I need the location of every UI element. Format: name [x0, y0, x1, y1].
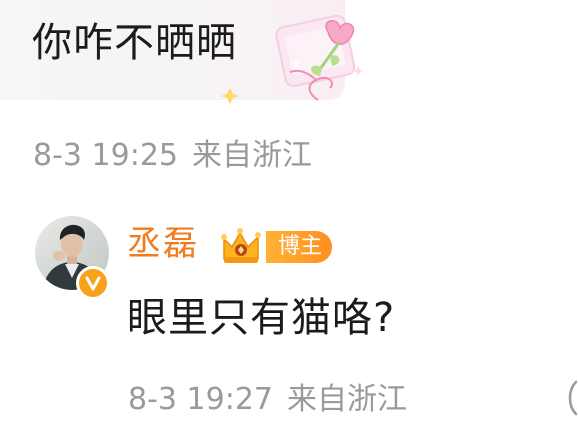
- reply-location: 来自浙江: [287, 382, 407, 417]
- comment-location: 来自浙江: [192, 138, 312, 173]
- blogger-badge: 博主: [266, 231, 333, 263]
- more-icon[interactable]: [564, 378, 578, 418]
- reply-time: 8-3 19:27: [128, 382, 273, 417]
- reply-username[interactable]: 丞磊: [127, 222, 199, 266]
- comment-meta: 8-3 19:25 来自浙江: [33, 138, 312, 174]
- comment-time: 8-3 19:25: [33, 138, 178, 173]
- verified-v-icon: [76, 266, 110, 300]
- tulip-gift-icon: [221, 14, 364, 104]
- reply-meta: 8-3 19:27 来自浙江: [128, 382, 407, 418]
- reply-text: 眼里只有猫咯?: [127, 295, 396, 341]
- comment-text: 你咋不晒晒: [32, 20, 237, 66]
- crown-icon: [221, 228, 261, 263]
